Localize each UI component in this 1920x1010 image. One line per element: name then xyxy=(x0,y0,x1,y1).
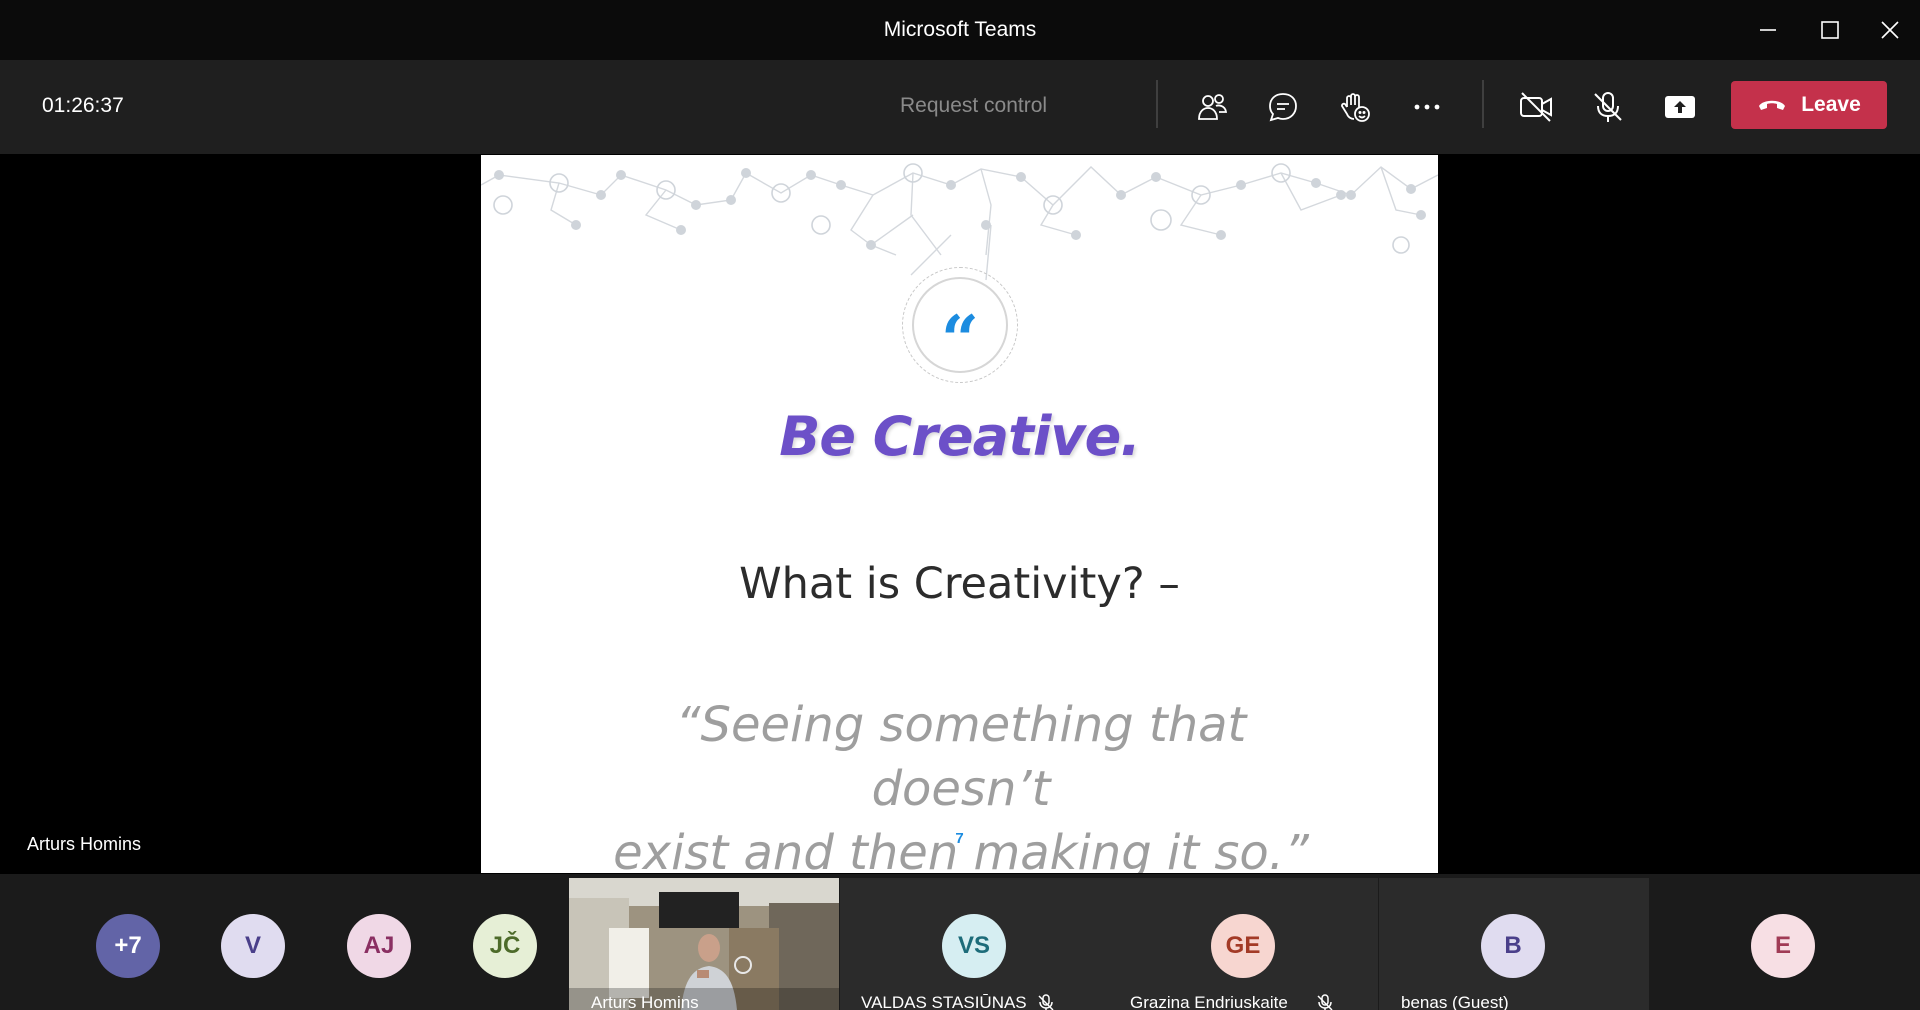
reactions-button[interactable] xyxy=(1332,84,1378,130)
share-screen-button[interactable] xyxy=(1657,84,1703,130)
participant-avatar[interactable]: E xyxy=(1751,914,1815,978)
presentation-slide: “ Be Creative. What is Creativity? – “Se… xyxy=(481,155,1438,873)
participant-avatar: VS xyxy=(942,914,1006,978)
maximize-button[interactable] xyxy=(1806,8,1854,52)
camera-off-icon xyxy=(1520,92,1552,122)
video-participant-name: Arturs Homins xyxy=(591,993,699,1010)
camera-toggle-button[interactable] xyxy=(1513,84,1559,130)
participant-tile[interactable]: GE Grazina Endriuskaite xyxy=(1109,878,1378,1010)
participant-tile[interactable]: VS VALDAS STASIŪNAS xyxy=(840,878,1109,1010)
participant-name: benas (Guest) xyxy=(1401,993,1509,1010)
share-tray-icon xyxy=(1665,96,1695,118)
participant-video-feed xyxy=(569,878,839,1010)
toolbar-divider xyxy=(1482,80,1484,128)
raise-hand-icon xyxy=(1341,93,1370,122)
slide-heading: Be Creative. xyxy=(779,405,1141,468)
slide-quote-line-1: “Seeing something that doesn’t xyxy=(675,697,1247,817)
quote-badge: “ xyxy=(902,267,1018,383)
window-title: Microsoft Teams xyxy=(883,18,1037,41)
leave-button[interactable]: Leave xyxy=(1731,81,1887,129)
close-button[interactable] xyxy=(1866,8,1914,52)
participant-name: Grazina Endriuskaite xyxy=(1130,993,1288,1010)
minimize-button[interactable] xyxy=(1744,8,1792,52)
hang-up-icon xyxy=(1759,100,1786,110)
quote-mark-icon: “ xyxy=(941,301,979,379)
mic-toggle-button[interactable] xyxy=(1585,84,1631,130)
muted-mic-icon xyxy=(1317,994,1333,1010)
participant-avatar[interactable]: V xyxy=(221,914,285,978)
participant-avatar[interactable]: JČ xyxy=(473,914,537,978)
close-icon xyxy=(1881,21,1899,39)
participants-strip: +7 V AJ JČ Arturs Homins VS VALDAS STASI… xyxy=(0,874,1920,1010)
slide-quote-line-2: exist and then making it so.” xyxy=(613,825,1309,873)
request-control-button[interactable]: Request control xyxy=(900,94,1047,118)
show-participants-button[interactable] xyxy=(1189,84,1235,130)
meeting-timer: 01:26:37 xyxy=(42,94,124,117)
slide-page-number: 7 xyxy=(955,830,964,847)
slide-subheading: What is Creativity? – xyxy=(739,559,1180,609)
maximize-icon xyxy=(1821,21,1839,39)
more-actions-button[interactable] xyxy=(1404,84,1450,130)
participant-tile[interactable]: B benas (Guest) xyxy=(1379,878,1649,1010)
overflow-participants-avatar[interactable]: +7 xyxy=(96,914,160,978)
participant-avatar[interactable]: AJ xyxy=(347,914,411,978)
leave-label: Leave xyxy=(1801,93,1861,116)
show-conversation-button[interactable] xyxy=(1260,84,1306,130)
muted-mic-icon xyxy=(1038,994,1054,1010)
title-bar: Microsoft Teams xyxy=(0,0,1920,60)
minimize-icon xyxy=(1760,29,1776,31)
participant-name: VALDAS STASIŪNAS xyxy=(861,993,1027,1010)
toolbar-divider xyxy=(1156,80,1158,128)
participants-icon xyxy=(1198,94,1228,120)
presenter-name-label: Arturs Homins xyxy=(27,834,142,854)
participant-avatar: B xyxy=(1481,914,1545,978)
mic-off-icon xyxy=(1594,92,1622,122)
participant-video-tile[interactable]: Arturs Homins xyxy=(569,878,839,1010)
participant-avatar: GE xyxy=(1211,914,1275,978)
more-icon xyxy=(1414,104,1440,110)
meeting-toolbar: 01:26:37 Request control Leave xyxy=(0,60,1920,154)
chat-icon xyxy=(1269,93,1297,122)
